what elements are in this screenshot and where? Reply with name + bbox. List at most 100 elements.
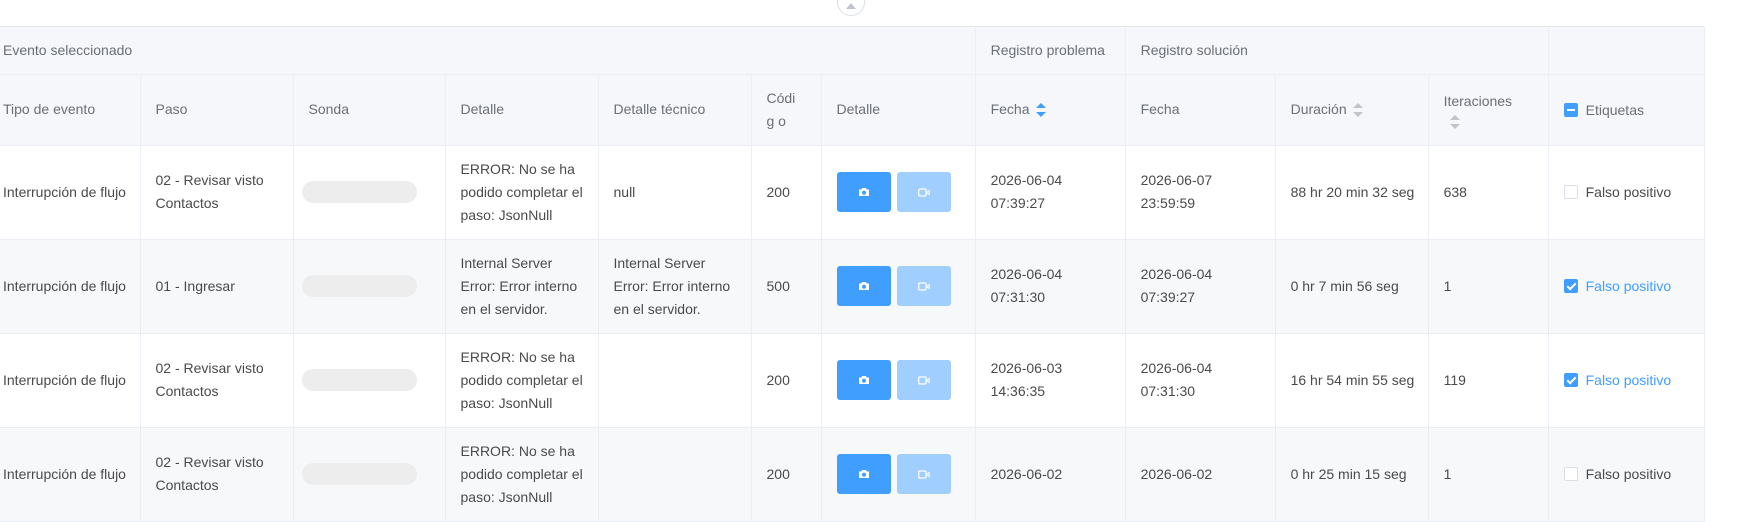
cell-duracion: 16 hr 54 min 55 seg <box>1275 333 1429 428</box>
screenshot-button[interactable] <box>836 266 891 306</box>
group-header-solution: Registro solución <box>1125 27 1549 75</box>
table-row[interactable]: Interrupción de flujo 01 - Ingresar Inte… <box>0 239 1705 334</box>
sonda-placeholder <box>301 369 417 391</box>
header-columns-row: Tipo de evento Paso Sonda Detalle Detall… <box>0 74 1705 146</box>
cell-codigo: 200 <box>751 333 822 428</box>
group-header-event: Evento seleccionado <box>0 27 976 75</box>
cell-fecha-problema: 2026-06-02 <box>975 427 1126 522</box>
video-button[interactable] <box>896 360 951 400</box>
collapse-panel-button[interactable] <box>837 0 865 16</box>
cell-tipo: Interrupción de flujo <box>0 239 141 334</box>
col-header-detalle-media: Detalle <box>821 74 976 146</box>
cell-duracion: 0 hr 7 min 56 seg <box>1275 239 1429 334</box>
events-table: Evento seleccionado Registro problema Re… <box>0 27 1705 522</box>
tag-label[interactable]: Falso positivo <box>1586 184 1672 200</box>
cell-sonda <box>293 427 446 522</box>
sort-icon[interactable] <box>1035 103 1046 118</box>
cell-fecha-problema: 2026-06-04 07:31:30 <box>975 239 1126 334</box>
camera-icon <box>858 470 869 478</box>
table-row[interactable]: Interrupción de flujo 02 - Revisar visto… <box>0 145 1705 240</box>
camera-icon <box>858 376 869 384</box>
group-header-empty <box>1548 27 1705 75</box>
sonda-placeholder <box>301 181 417 203</box>
cell-tipo: Interrupción de flujo <box>0 427 141 522</box>
cell-media <box>821 333 976 428</box>
tag-label[interactable]: Falso positivo <box>1586 372 1672 388</box>
cell-fecha-solucion: 2026-06-02 <box>1125 427 1276 522</box>
col-header-duracion[interactable]: Duración <box>1275 74 1429 146</box>
cell-iteraciones: 1 <box>1428 427 1549 522</box>
cell-etiqueta[interactable]: Falso positivo <box>1548 427 1705 522</box>
screenshot-button[interactable] <box>836 172 891 212</box>
group-header-problem: Registro problema <box>975 27 1126 75</box>
table-row[interactable]: Interrupción de flujo 02 - Revisar visto… <box>0 333 1705 428</box>
video-button[interactable] <box>896 172 951 212</box>
cell-fecha-problema: 2026-06-03 14:36:35 <box>975 333 1126 428</box>
video-button[interactable] <box>896 454 951 494</box>
camera-icon <box>858 282 869 290</box>
cell-detalle-tecnico <box>598 427 752 522</box>
cell-iteraciones: 1 <box>1428 239 1549 334</box>
cell-codigo: 200 <box>751 427 822 522</box>
cell-etiqueta[interactable]: Falso positivo <box>1548 239 1705 334</box>
tag-checkbox[interactable] <box>1563 467 1578 482</box>
cell-sonda <box>293 333 446 428</box>
video-camera-icon <box>917 469 930 479</box>
video-camera-icon <box>917 375 930 385</box>
cell-paso: 02 - Revisar visto Contactos <box>140 333 294 428</box>
col-header-sonda: Sonda <box>293 74 446 146</box>
cell-fecha-solucion: 2026-06-07 23:59:59 <box>1125 145 1276 240</box>
cell-codigo: 500 <box>751 239 822 334</box>
cell-tipo: Interrupción de flujo <box>0 333 141 428</box>
cell-detalle: ERROR: No se ha podido completar el paso… <box>445 427 599 522</box>
cell-fecha-solucion: 2026-06-04 07:39:27 <box>1125 239 1276 334</box>
col-header-tipo: Tipo de evento <box>0 74 141 146</box>
cell-media <box>821 145 976 240</box>
sort-icon[interactable] <box>1449 115 1460 129</box>
col-header-iteraciones[interactable]: Iteraciones <box>1428 74 1549 146</box>
cell-detalle: Internal Server Error: Error interno en … <box>445 239 599 334</box>
tag-label[interactable]: Falso positivo <box>1586 278 1672 294</box>
col-header-iteraciones-label: Iteraciones <box>1443 93 1513 109</box>
cell-paso: 01 - Ingresar <box>140 239 294 334</box>
cell-codigo: 200 <box>751 145 822 240</box>
header-group-row: Evento seleccionado Registro problema Re… <box>0 27 1705 75</box>
cell-detalle: ERROR: No se ha podido completar el paso… <box>445 145 599 240</box>
cell-fecha-solucion: 2026-06-04 07:31:30 <box>1125 333 1276 428</box>
screenshot-button[interactable] <box>836 454 891 494</box>
col-header-fecha-problema[interactable]: Fecha <box>975 74 1126 146</box>
cell-detalle-tecnico: null <box>598 145 752 240</box>
col-header-detalle: Detalle <box>445 74 599 146</box>
cell-paso: 02 - Revisar visto Contactos <box>140 427 294 522</box>
video-button[interactable] <box>896 266 951 306</box>
cell-etiqueta[interactable]: Falso positivo <box>1548 333 1705 428</box>
col-header-duracion-label: Duración <box>1290 101 1347 117</box>
col-header-paso: Paso <box>140 74 294 146</box>
tag-checkbox[interactable] <box>1563 373 1578 388</box>
video-camera-icon <box>917 281 930 291</box>
col-header-etiquetas: Etiquetas <box>1548 74 1705 146</box>
cell-etiqueta[interactable]: Falso positivo <box>1548 145 1705 240</box>
cell-sonda <box>293 239 446 334</box>
tag-checkbox[interactable] <box>1563 279 1578 294</box>
select-all-checkbox[interactable] <box>1563 102 1578 117</box>
cell-fecha-problema: 2026-06-04 07:39:27 <box>975 145 1126 240</box>
table-row[interactable]: Interrupción de flujo 02 - Revisar visto… <box>0 427 1705 522</box>
tag-checkbox[interactable] <box>1563 185 1578 200</box>
sort-icon[interactable] <box>1352 103 1363 118</box>
tag-label[interactable]: Falso positivo <box>1586 466 1672 482</box>
screenshot-button[interactable] <box>836 360 891 400</box>
cell-duracion: 0 hr 25 min 15 seg <box>1275 427 1429 522</box>
col-header-fecha-solucion: Fecha <box>1125 74 1276 146</box>
cell-iteraciones: 638 <box>1428 145 1549 240</box>
camera-icon <box>858 188 869 196</box>
sonda-placeholder <box>301 275 417 297</box>
cell-media <box>821 239 976 334</box>
cell-media <box>821 427 976 522</box>
sonda-placeholder <box>301 463 417 485</box>
cell-detalle-tecnico: Internal Server Error: Error interno en … <box>598 239 752 334</box>
cell-duracion: 88 hr 20 min 32 seg <box>1275 145 1429 240</box>
cell-tipo: Interrupción de flujo <box>0 145 141 240</box>
cell-detalle: ERROR: No se ha podido completar el paso… <box>445 333 599 428</box>
col-header-etiquetas-label: Etiquetas <box>1585 101 1644 118</box>
